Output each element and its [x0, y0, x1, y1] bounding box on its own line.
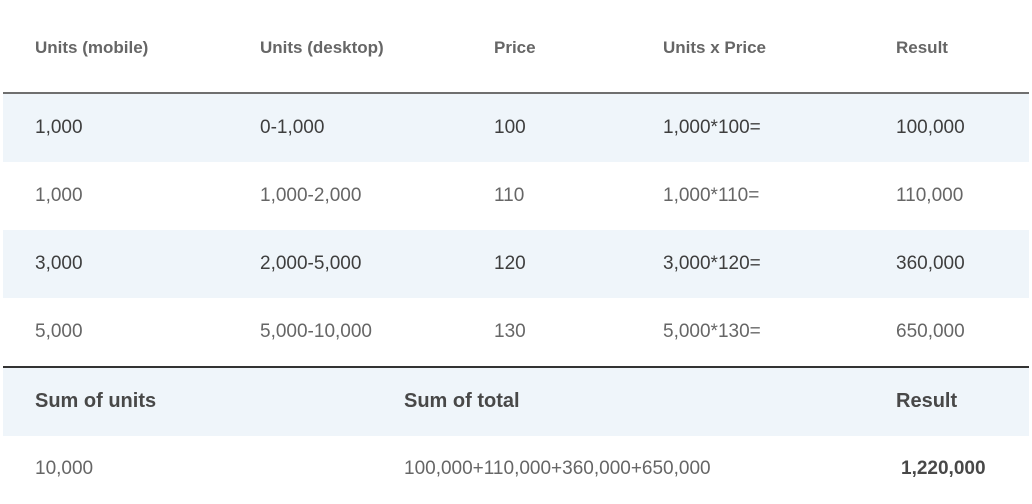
- summary-header: Sum of units Sum of total Result: [3, 368, 1029, 436]
- cell-units-desktop: 5,000-10,000: [260, 321, 372, 342]
- cell-units-desktop: 1,000-2,000: [260, 185, 362, 206]
- cell-price: 120: [494, 253, 526, 274]
- cell-price: 100: [494, 117, 526, 138]
- cell-formula: 1,000*100=: [663, 117, 761, 138]
- header-price: Price: [494, 38, 536, 57]
- cell-units-mobile: 1,000: [35, 117, 83, 138]
- summary-header-sum-total: Sum of total: [404, 390, 520, 412]
- cell-units-desktop: 2,000-5,000: [260, 253, 362, 274]
- summary-header-sum-units: Sum of units: [35, 390, 157, 412]
- table-row: 1,000 0-1,000 100 1,000*100= 100,000: [3, 94, 1029, 162]
- table-row: 1,000 1,000-2,000 110 1,000*110= 110,000: [3, 162, 1029, 230]
- cell-units-mobile: 1,000: [35, 185, 83, 206]
- header-result: Result: [896, 38, 948, 57]
- table-row: 3,000 2,000-5,000 120 3,000*120= 360,000: [3, 230, 1029, 298]
- summary-header-result: Result: [896, 390, 958, 412]
- header-units-x-price: Units x Price: [663, 38, 766, 57]
- cell-formula: 3,000*120=: [663, 253, 761, 274]
- cell-result: 650,000: [896, 321, 965, 342]
- cell-units-mobile: 5,000: [35, 321, 83, 342]
- header-units-mobile: Units (mobile): [35, 38, 149, 57]
- summary-sum-units: 10,000: [35, 458, 94, 479]
- pricing-table: Units (mobile) Units (desktop) Price Uni…: [3, 0, 1029, 504]
- cell-result: 100,000: [896, 117, 965, 138]
- header-units-desktop: Units (desktop): [260, 38, 384, 57]
- cell-units-desktop: 0-1,000: [260, 117, 325, 138]
- cell-price: 130: [494, 321, 526, 342]
- cell-units-mobile: 3,000: [35, 253, 83, 274]
- summary-grand-total: 1,220,000: [901, 458, 986, 479]
- summary-row: 10,000 100,000+110,000+360,000+650,000 1…: [3, 436, 1029, 504]
- summary-sum-total-formula: 100,000+110,000+360,000+650,000: [404, 458, 711, 479]
- cell-price: 110: [494, 185, 525, 206]
- table-row: 5,000 5,000-10,000 130 5,000*130= 650,00…: [3, 298, 1029, 366]
- cell-result: 110,000: [896, 185, 964, 206]
- cell-result: 360,000: [896, 253, 965, 274]
- table-header: Units (mobile) Units (desktop) Price Uni…: [3, 0, 1029, 94]
- cell-formula: 5,000*130=: [663, 321, 761, 342]
- cell-formula: 1,000*110=: [663, 185, 760, 206]
